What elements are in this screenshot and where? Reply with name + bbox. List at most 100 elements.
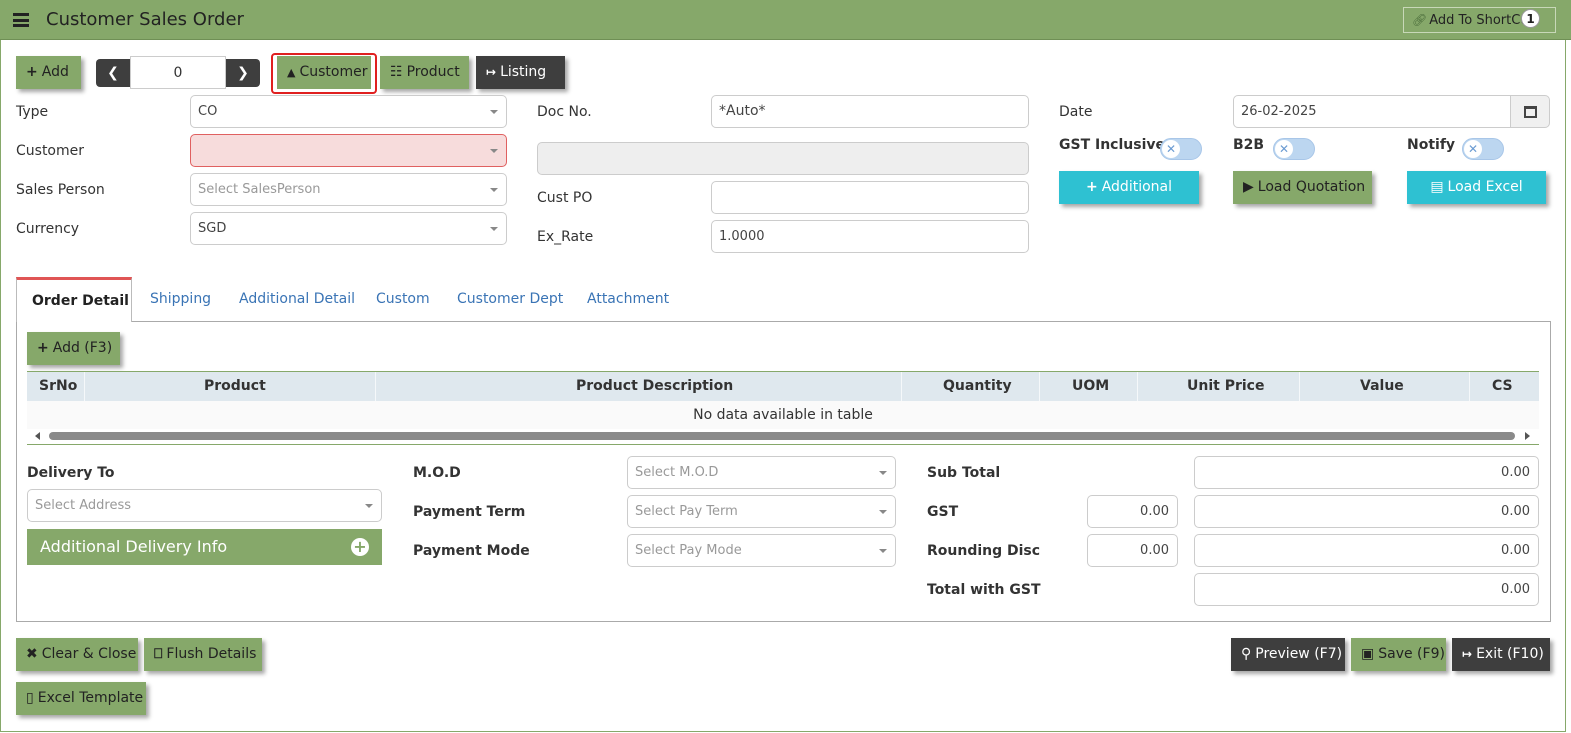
column-divider <box>1469 372 1470 402</box>
flush-details-button[interactable]: ⎕ Flush Details <box>144 638 262 671</box>
notify-label: Notify <box>1407 137 1456 153</box>
preview-button[interactable]: ⚲ Preview (F7) <box>1231 638 1345 671</box>
previous-record-button[interactable]: ❮ <box>96 59 130 87</box>
calendar-button[interactable] <box>1510 95 1550 128</box>
preview-label: Preview (F7) <box>1255 646 1343 662</box>
total-with-gst-field: 0.00 <box>1194 573 1539 606</box>
ex-rate-field[interactable]: 1.0000 <box>711 220 1029 253</box>
excel-template-button[interactable]: ▯ Excel Template <box>16 682 146 715</box>
tab-custom[interactable]: Custom <box>376 291 430 307</box>
times-icon: ✕ <box>1162 140 1180 158</box>
clear-close-button[interactable]: ✖ Clear & Close <box>16 638 138 671</box>
trash-icon: ⎕ <box>154 646 163 662</box>
gst-label: GST <box>927 504 959 520</box>
column-divider <box>901 372 902 402</box>
column-header-unit-price[interactable]: Unit Price <box>1187 378 1264 394</box>
clear-close-label: Clear & Close <box>41 646 137 662</box>
column-header-product-description[interactable]: Product Description <box>576 378 733 394</box>
type-label: Type <box>16 104 49 120</box>
menu-icon[interactable] <box>13 13 29 27</box>
delivery-address-select[interactable]: Select Address <box>27 489 382 522</box>
column-header-value[interactable]: Value <box>1360 378 1404 394</box>
plus-icon: + <box>37 340 49 356</box>
gst-inclusive-toggle[interactable]: ✕ <box>1160 138 1202 160</box>
tab-order-detail[interactable]: Order Detail <box>16 277 132 322</box>
cust-po-field[interactable] <box>711 181 1029 214</box>
play-circle-icon: ▶ <box>1243 179 1254 195</box>
customer-name-display <box>537 142 1029 175</box>
rounding-disc-rate-field[interactable]: 0.00 <box>1087 534 1178 567</box>
add-line-button[interactable]: + Add (F3) <box>27 332 120 365</box>
load-quotation-label: Load Quotation <box>1257 179 1366 195</box>
table-header: SrNo Product Product Description Quantit… <box>27 371 1539 402</box>
additional-delivery-info-label: Additional Delivery Info <box>40 537 228 556</box>
flush-details-label: Flush Details <box>166 646 257 662</box>
doc-no-field[interactable]: *Auto* <box>711 95 1029 128</box>
scroll-right-icon[interactable] <box>1525 432 1530 440</box>
b2b-label: B2B <box>1233 137 1265 153</box>
column-divider <box>1039 372 1040 402</box>
tab-shipping[interactable]: Shipping <box>150 291 211 307</box>
mod-label: M.O.D <box>413 465 461 481</box>
table-bottom-border <box>27 444 1539 445</box>
column-header-quantity[interactable]: Quantity <box>943 378 1012 394</box>
gst-amount-field: 0.00 <box>1194 495 1539 528</box>
horizontal-scrollbar[interactable] <box>27 429 1539 443</box>
column-header-product[interactable]: Product <box>204 378 266 394</box>
customer-label: Customer <box>16 143 85 159</box>
additional-delivery-info-toggle[interactable]: Additional Delivery Info + <box>27 529 382 565</box>
payment-term-label: Payment Term <box>413 504 526 520</box>
record-number-input[interactable] <box>130 56 226 89</box>
plus-icon: + <box>26 64 38 80</box>
column-divider <box>84 372 85 402</box>
load-quotation-button[interactable]: ▶ Load Quotation <box>1233 171 1372 204</box>
load-excel-label: Load Excel <box>1447 179 1523 195</box>
mod-select[interactable]: Select M.O.D <box>627 456 896 489</box>
times-icon: ✕ <box>1275 140 1293 158</box>
customer-select[interactable] <box>190 134 507 167</box>
times-icon: ✖ <box>26 646 38 662</box>
file-excel-icon: ▤ <box>1430 179 1444 195</box>
currency-label: Currency <box>16 221 80 237</box>
listing-button[interactable]: ↦ Listing <box>476 56 565 89</box>
payment-mode-select[interactable]: Select Pay Mode <box>627 534 896 567</box>
calendar-icon <box>1524 106 1537 118</box>
add-line-label: Add (F3) <box>52 340 113 356</box>
times-icon: ✕ <box>1464 140 1482 158</box>
order-detail-table: SrNo Product Product Description Quantit… <box>27 371 1539 445</box>
type-select[interactable]: CO <box>190 95 507 128</box>
load-excel-button[interactable]: ▤ Load Excel <box>1407 171 1546 204</box>
column-header-uom[interactable]: UOM <box>1072 378 1109 394</box>
column-header-cs[interactable]: CS <box>1492 378 1513 394</box>
next-record-button[interactable]: ❯ <box>226 59 260 87</box>
payment-term-select[interactable]: Select Pay Term <box>627 495 896 528</box>
product-button[interactable]: ☷ Product <box>380 56 469 89</box>
add-button[interactable]: + Add <box>16 56 81 89</box>
b2b-toggle[interactable]: ✕ <box>1273 138 1315 160</box>
sign-out-icon: ↦ <box>486 65 497 79</box>
additional-button[interactable]: + Additional <box>1059 171 1199 204</box>
cust-po-label: Cust PO <box>537 190 593 206</box>
notify-toggle[interactable]: ✕ <box>1462 138 1504 160</box>
tab-attachment[interactable]: Attachment <box>587 291 669 307</box>
app-header: Customer Sales Order 🔗︎ Add To ShortCut 1 <box>0 0 1571 40</box>
tab-customer-dept[interactable]: Customer Dept <box>457 291 563 307</box>
exit-button[interactable]: ↦ Exit (F10) <box>1452 638 1550 671</box>
sub-total-label: Sub Total <box>927 465 1001 481</box>
date-field[interactable]: 26-02-2025 <box>1233 95 1511 128</box>
tab-additional-detail[interactable]: Additional Detail <box>239 291 355 307</box>
gst-rate-field[interactable]: 0.00 <box>1087 495 1178 528</box>
column-header-srno[interactable]: SrNo <box>39 378 77 394</box>
additional-button-label: Additional <box>1101 179 1172 195</box>
ex-rate-label: Ex_Rate <box>537 229 594 245</box>
scrollbar-thumb[interactable] <box>49 432 1515 440</box>
excel-template-label: Excel Template <box>37 690 144 706</box>
scroll-left-icon[interactable] <box>35 432 40 440</box>
exit-label: Exit (F10) <box>1476 646 1544 662</box>
search-icon: ⚲ <box>1241 646 1252 662</box>
page-title: Customer Sales Order <box>46 9 244 30</box>
currency-select[interactable]: SGD <box>190 212 507 245</box>
save-button[interactable]: ▣ Save (F9) <box>1351 638 1446 671</box>
sales-person-select[interactable]: Select SalesPerson <box>190 173 507 206</box>
shortcut-count-badge: 1 <box>1521 9 1540 28</box>
